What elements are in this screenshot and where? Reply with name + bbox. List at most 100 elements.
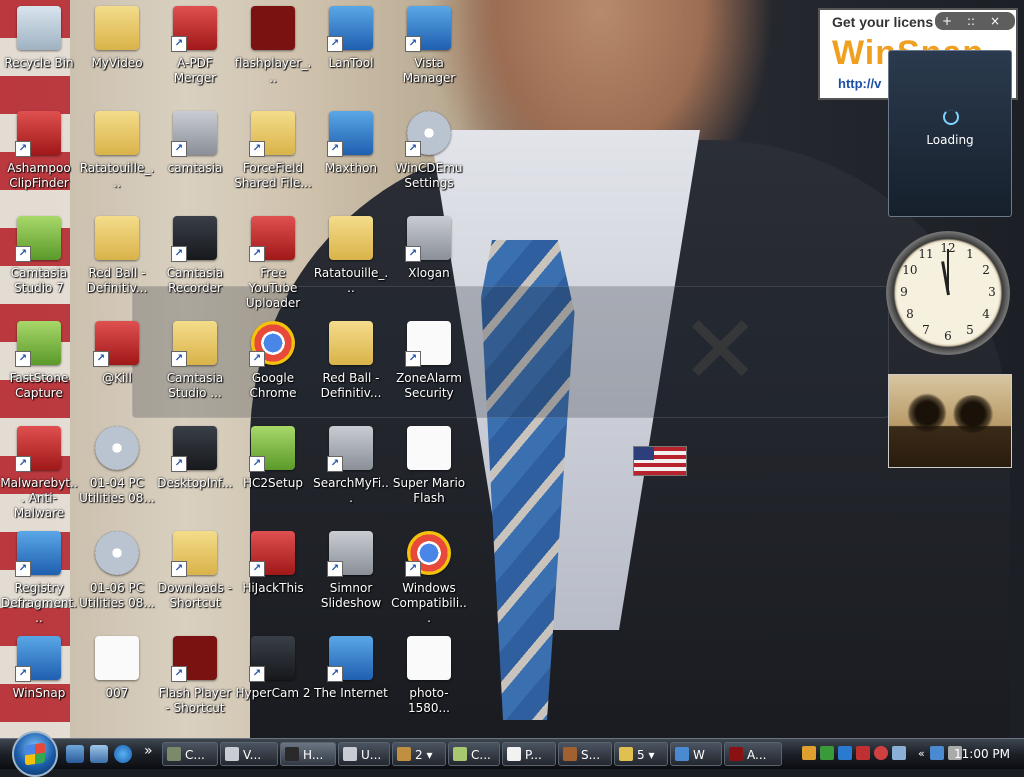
desktop-icon[interactable]: ↗ Camtasia Studio ... bbox=[156, 317, 234, 417]
desktop-icon[interactable]: ↗ Flash Player - Shortcut bbox=[156, 632, 234, 732]
taskbar-button[interactable]: W bbox=[670, 742, 722, 766]
desktop-icon[interactable]: Ratatouille_... bbox=[78, 107, 156, 207]
gadget-controls: +:: × bbox=[935, 12, 1015, 30]
desktop-icon[interactable]: 007 bbox=[78, 632, 156, 732]
gadget-close-button[interactable]: × bbox=[983, 12, 1007, 30]
dropdown-arrow-icon: ▾ bbox=[644, 748, 655, 762]
shortcut-arrow-icon: ↗ bbox=[15, 246, 31, 262]
desktop-icon-label: Camtasia Studio 7 bbox=[10, 266, 68, 295]
taskbar-button[interactable]: C... bbox=[448, 742, 500, 766]
desktop-icon[interactable]: ↗ Google Chrome bbox=[234, 317, 312, 417]
desktop-icon-label: Xlogan bbox=[408, 266, 450, 280]
clock-gadget[interactable]: 12 1 2 3 4 5 6 7 8 9 10 11 bbox=[886, 231, 1010, 355]
taskbar-button-label: S... bbox=[581, 748, 601, 762]
quick-launch-chevron[interactable]: » bbox=[144, 743, 153, 759]
internet-explorer-icon[interactable] bbox=[114, 745, 132, 763]
tray-security-icon[interactable] bbox=[856, 746, 870, 760]
taskbar-button[interactable]: C... bbox=[162, 742, 218, 766]
zonealarm-icon: ↗ bbox=[405, 321, 451, 367]
desktop-icon-label: The Internet bbox=[314, 686, 388, 700]
desktop-icon[interactable]: ↗ HyperCam 2 bbox=[234, 632, 312, 732]
desktop-icon[interactable]: ↗ FastStone Capture bbox=[0, 317, 78, 417]
kill-icon: ↗ bbox=[93, 321, 139, 367]
tray-alert-icon[interactable] bbox=[874, 746, 888, 760]
desktop-icon[interactable]: ↗ Camtasia Studio 7 bbox=[0, 212, 78, 312]
taskbar-button[interactable]: 2 ▾ bbox=[392, 742, 446, 766]
taskbar-button-label: 2 bbox=[415, 748, 423, 762]
disc-icon bbox=[95, 426, 139, 470]
desktop-icon[interactable]: ↗ Free YouTube Uploader bbox=[234, 212, 312, 312]
desktop-icon[interactable]: ↗ DesktopInf... bbox=[156, 422, 234, 522]
taskbar-button[interactable]: 5 ▾ bbox=[614, 742, 668, 766]
desktop-icon[interactable]: ↗ Maxthon bbox=[312, 107, 390, 207]
desktop-icon[interactable]: MyVideo bbox=[78, 2, 156, 102]
start-button[interactable] bbox=[12, 731, 58, 777]
tray-app-icon[interactable] bbox=[802, 746, 816, 760]
desktop-icon[interactable]: ↗ Registry Defragment... bbox=[0, 527, 78, 627]
desktop-icon[interactable]: flashplayer_... bbox=[234, 2, 312, 102]
desktop-icon-label: HyperCam 2 bbox=[235, 686, 311, 700]
taskbar-button[interactable]: S... bbox=[558, 742, 612, 766]
desktop-icon[interactable]: ↗ HiJackThis bbox=[234, 527, 312, 627]
desktop-icon-label: ZoneAlarm Security bbox=[396, 371, 462, 400]
desktop-icon[interactable]: ↗ Malwarebyt... Anti-Malware bbox=[0, 422, 78, 522]
desktop-icon[interactable]: ↗ ZoneAlarm Security bbox=[390, 317, 468, 417]
desktop-icon[interactable]: ↗ Downloads - Shortcut bbox=[156, 527, 234, 627]
desktop-icon[interactable]: 01-04 PC Utilities 08... bbox=[78, 422, 156, 522]
taskbar-button[interactable]: U... bbox=[338, 742, 390, 766]
desktop-icon[interactable]: Red Ball - Definitiv... bbox=[312, 317, 390, 417]
desktop-icon[interactable]: ↗ camtasia bbox=[156, 107, 234, 207]
desktop-icon[interactable]: ↗ Simnor Slideshow bbox=[312, 527, 390, 627]
taskbar-button[interactable]: P... bbox=[502, 742, 556, 766]
tray-monitor-icon[interactable] bbox=[820, 746, 834, 760]
desktop-icon-label: Maxthon bbox=[324, 161, 378, 175]
shortcut-arrow-icon: ↗ bbox=[171, 561, 187, 577]
desktop-icon[interactable]: ↗ Vista Manager bbox=[390, 2, 468, 102]
tray-expand-chevron[interactable]: « bbox=[918, 742, 925, 766]
tray-clock[interactable]: 11:00 PM bbox=[954, 742, 1010, 766]
desktop-icon-label: Ashampoo ClipFinder bbox=[7, 161, 71, 190]
document-icon bbox=[407, 426, 451, 470]
desktop-icon[interactable]: ↗ @Kill bbox=[78, 317, 156, 417]
desktop-icon[interactable]: ↗ HC2Setup bbox=[234, 422, 312, 522]
taskbar-button[interactable]: A... bbox=[724, 742, 782, 766]
clip-icon: ↗ bbox=[15, 111, 61, 157]
desktop-icon[interactable]: photo-1580... bbox=[390, 632, 468, 732]
tray-device-icon[interactable] bbox=[892, 746, 906, 760]
tray-network-icon[interactable] bbox=[838, 746, 852, 760]
switch-windows-icon[interactable] bbox=[90, 745, 108, 763]
taskbar-button[interactable]: V... bbox=[220, 742, 278, 766]
desktop-icon[interactable]: ↗ A-PDF Merger bbox=[156, 2, 234, 102]
desktop-icon[interactable]: Super Mario Flash bbox=[390, 422, 468, 522]
taskbar-button[interactable]: H... bbox=[280, 742, 336, 766]
desktop-icon[interactable]: ↗ Camtasia Recorder bbox=[156, 212, 234, 312]
clock-number: 3 bbox=[988, 285, 996, 299]
shortcut-arrow-icon: ↗ bbox=[15, 351, 31, 367]
taskbar: » C... V... H... U... 2 ▾ C... P... S... 5 ▾ W A..… bbox=[0, 731, 1024, 777]
desktop-icon-label: Vista Manager bbox=[402, 56, 456, 85]
desktop-icon-label: WinSnap bbox=[12, 686, 66, 700]
desktop-icon[interactable]: Red Ball - Definitiv... bbox=[78, 212, 156, 312]
slideshow-gadget[interactable] bbox=[888, 374, 1012, 468]
desktop-icon[interactable]: ↗ ForceField Shared File... bbox=[234, 107, 312, 207]
desktop-icon[interactable]: ↗ Ashampoo ClipFinder bbox=[0, 107, 78, 207]
desktop-icon[interactable]: Recycle Bin bbox=[0, 2, 78, 102]
shortcut-arrow-icon: ↗ bbox=[15, 561, 31, 577]
taskbar-app-icon bbox=[563, 747, 577, 761]
desktop-icon[interactable]: ↗ SearchMyFi... bbox=[312, 422, 390, 522]
desktop-icon[interactable]: ↗ WinCDEmu Settings bbox=[390, 107, 468, 207]
desktop-icon[interactable]: Ratatouille_... bbox=[312, 212, 390, 312]
loading-gadget[interactable]: Loading bbox=[888, 50, 1012, 217]
desktop-icon[interactable]: ↗ Windows Compatibili... bbox=[390, 527, 468, 627]
desktop-icon[interactable]: ↗ Xlogan bbox=[390, 212, 468, 312]
gadget-drag-handle[interactable]: :: bbox=[959, 12, 983, 30]
desktop-icon[interactable]: 01-06 PC Utilities 08... bbox=[78, 527, 156, 627]
desktop-icon[interactable]: ↗ LanTool bbox=[312, 2, 390, 102]
ad-url[interactable]: http://v bbox=[838, 76, 881, 91]
add-gadget-button[interactable]: + bbox=[935, 12, 959, 30]
tray-connection-icon[interactable] bbox=[930, 746, 944, 760]
desktop-icon[interactable]: ↗ The Internet bbox=[312, 632, 390, 732]
desktop-icon[interactable]: ↗ WinSnap bbox=[0, 632, 78, 732]
show-desktop-icon[interactable] bbox=[66, 745, 84, 763]
taskbar-button-label: C... bbox=[185, 748, 205, 762]
